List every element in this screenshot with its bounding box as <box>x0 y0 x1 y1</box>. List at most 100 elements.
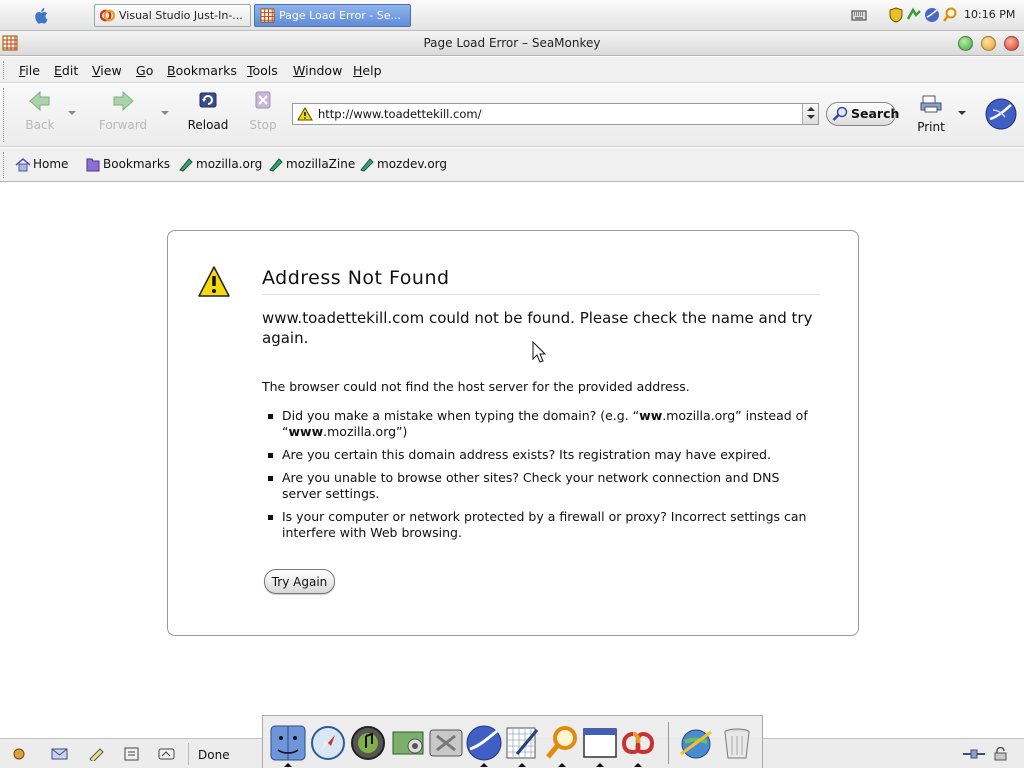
taskbar-item-seamonkey[interactable]: Page Load Error - Se... <box>254 4 411 27</box>
visual-studio-icon <box>100 9 115 22</box>
bookmark-label: mozilla.org <box>196 157 263 171</box>
home-icon <box>15 158 31 172</box>
system-prefs-icon[interactable] <box>427 724 465 762</box>
keyboard-icon[interactable] <box>851 7 867 23</box>
try-again-button[interactable]: Try Again <box>264 569 335 594</box>
stop-icon <box>255 91 271 109</box>
browser-icon[interactable] <box>924 7 940 23</box>
menu-help[interactable]: Help <box>353 63 382 78</box>
back-label: Back <box>25 118 55 132</box>
toolbar-grip[interactable] <box>3 61 7 79</box>
dock <box>262 715 763 768</box>
url-input[interactable] <box>318 106 788 122</box>
status-text: Done <box>198 748 230 762</box>
network-icon[interactable] <box>906 7 922 23</box>
stop-button[interactable]: Stop <box>244 90 282 132</box>
list-item: Is your computer or network protected by… <box>262 509 822 541</box>
navigation-toolbar: Back Forward Reload Stop http://www.toad… <box>0 84 1024 147</box>
error-long-description: The browser could not find the host serv… <box>262 379 690 394</box>
bookmarks-icon <box>86 158 100 172</box>
terminal-window-icon[interactable] <box>581 724 619 762</box>
bookmark-link-icon <box>360 158 374 172</box>
system-clock: 10:16 PM <box>964 8 1016 21</box>
os-taskbar: Visual Studio Just-In-... Page Load Erro… <box>0 0 1024 31</box>
bookmark-label: mozillaZine <box>286 157 356 171</box>
warning-icon <box>297 107 313 121</box>
error-short-description: www.toadettekill.com could not be found.… <box>262 309 813 347</box>
seamonkey-icon[interactable] <box>465 724 503 762</box>
bookmark-mozilla-org[interactable]: mozilla.org <box>178 157 263 172</box>
personal-toolbar: Home Bookmarks mozilla.org mozillaZine m… <box>0 148 1024 182</box>
itunes-icon[interactable] <box>349 724 387 762</box>
maximize-button[interactable] <box>981 36 996 51</box>
home-button[interactable]: Home <box>15 157 68 172</box>
composer-icon[interactable] <box>88 747 105 761</box>
reload-button[interactable]: Reload <box>186 90 230 132</box>
window-titlebar[interactable]: Page Load Error – SeaMonkey <box>0 31 1024 56</box>
menu-view[interactable]: View <box>92 63 122 78</box>
search-button[interactable]: Search <box>826 102 900 126</box>
close-button[interactable] <box>1004 36 1019 51</box>
mouse-cursor-icon <box>532 341 546 363</box>
search-icon[interactable] <box>942 7 958 23</box>
bookmarks-button[interactable]: Bookmarks <box>85 157 170 172</box>
url-bar[interactable] <box>292 103 819 125</box>
bookmark-mozdev-org[interactable]: mozdev.org <box>359 157 447 172</box>
toolbar-grip[interactable] <box>3 88 7 142</box>
back-arrow-icon <box>29 90 50 112</box>
iphoto-icon[interactable] <box>389 724 427 762</box>
error-title: Address Not Found <box>262 267 820 295</box>
navigator-icon[interactable] <box>11 747 28 761</box>
url-history-dropdown[interactable] <box>802 104 818 124</box>
seamonkey-throbber-icon[interactable] <box>985 98 1017 130</box>
list-item: Are you unable to browse other sites? Ch… <box>262 470 822 502</box>
back-button[interactable]: Back <box>20 90 60 132</box>
menu-bar: File Edit View Go Bookmarks Tools Window… <box>0 57 1024 83</box>
address-book-icon[interactable] <box>123 747 140 761</box>
forward-label: Forward <box>98 118 148 132</box>
online-connection-icon[interactable] <box>962 747 986 761</box>
bookmark-link-icon <box>269 158 283 172</box>
safari-icon[interactable] <box>309 724 347 762</box>
stop-label: Stop <box>249 118 277 132</box>
print-label: Print <box>917 120 945 134</box>
menu-go[interactable]: Go <box>136 63 153 78</box>
back-history-dropdown[interactable] <box>68 111 76 115</box>
bookmark-mozillazine[interactable]: mozillaZine <box>268 157 356 172</box>
reload-label: Reload <box>187 118 229 132</box>
shield-icon[interactable] <box>888 7 904 23</box>
forward-history-dropdown[interactable] <box>161 111 169 115</box>
finder-icon[interactable] <box>269 724 307 762</box>
minimize-button[interactable] <box>958 36 973 51</box>
textedit-icon[interactable] <box>503 724 541 762</box>
bookmark-label: mozdev.org <box>377 157 447 171</box>
apple-menu-icon[interactable] <box>34 7 50 25</box>
chatzilla-icon[interactable] <box>158 747 175 761</box>
trash-icon[interactable] <box>718 724 756 762</box>
search-label: Search <box>851 106 900 121</box>
forward-button[interactable]: Forward <box>98 90 148 132</box>
toolbar-grip[interactable] <box>3 152 7 178</box>
reload-icon <box>199 92 217 108</box>
mail-icon[interactable] <box>51 747 68 761</box>
menu-edit[interactable]: Edit <box>54 63 78 78</box>
bookmark-link-icon <box>179 158 193 172</box>
print-dropdown[interactable] <box>958 111 966 115</box>
window-title: Page Load Error – SeaMonkey <box>423 36 601 50</box>
menu-tools[interactable]: Tools <box>247 63 278 78</box>
menu-window[interactable]: Window <box>293 63 342 78</box>
visual-studio-icon[interactable] <box>619 724 657 762</box>
menu-file[interactable]: File <box>19 63 40 78</box>
error-page-container: Address Not Found www.toadettekill.com c… <box>167 230 859 636</box>
taskbar-item-visual-studio[interactable]: Visual Studio Just-In-... <box>94 4 251 27</box>
menu-bookmarks[interactable]: Bookmarks <box>167 63 237 78</box>
sherlock-icon[interactable] <box>543 724 581 762</box>
security-lock-icon[interactable] <box>992 747 1009 761</box>
running-indicator <box>596 763 604 767</box>
seamonkey-app-icon <box>260 8 275 23</box>
internet-connect-icon[interactable] <box>677 724 715 762</box>
print-button[interactable]: Print <box>912 94 950 134</box>
taskbar-item-label: Visual Studio Just-In-... <box>119 9 243 22</box>
running-indicator <box>634 763 642 767</box>
status-separator <box>188 743 189 765</box>
